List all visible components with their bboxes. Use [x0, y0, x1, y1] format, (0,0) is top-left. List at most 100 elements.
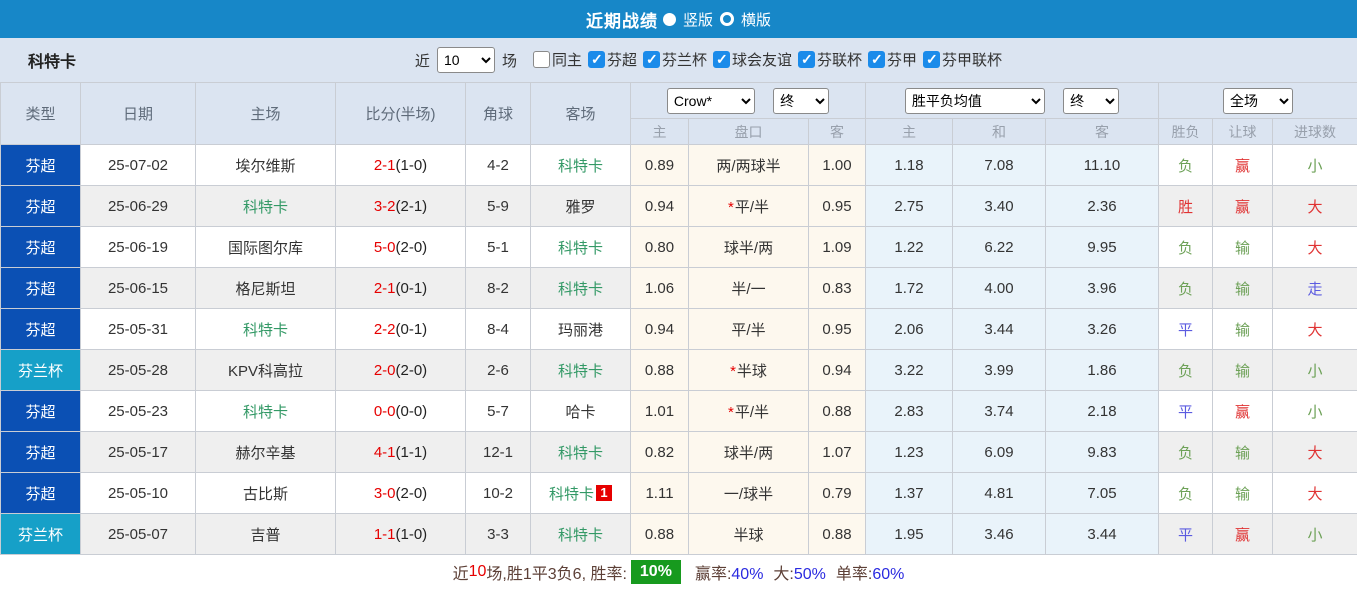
home-team-cell: 埃尔维斯 [196, 145, 336, 186]
eu-away-odds-cell: 9.83 [1046, 432, 1159, 473]
filter-finland-div1-cup[interactable]: 芬甲联杯 [923, 49, 1002, 70]
ah-away-odds-cell: 0.79 [809, 473, 866, 514]
ah-line-cell: *平/半 [689, 186, 809, 227]
filter-finland-div1[interactable]: 芬甲 [868, 49, 917, 70]
checkbox-label: 同主 [552, 49, 582, 70]
match-row: 芬超25-06-19国际图尔库5-0(2-0)5-1科特卡0.80球半/两1.0… [1, 227, 1357, 268]
result-goals-cell: 大 [1273, 227, 1357, 268]
corner-cell: 5-9 [466, 186, 531, 227]
company-state-select[interactable]: 终 [773, 88, 829, 114]
radio-horizontal-icon[interactable] [720, 12, 734, 26]
big-rate-value: 50% [794, 566, 826, 583]
ah-home-odds-cell: 0.82 [631, 432, 689, 473]
single-rate: 单率:60% [836, 560, 904, 584]
checkbox-finland-league-cup[interactable] [798, 51, 815, 68]
scope-select[interactable]: 全场 [1223, 88, 1293, 114]
score-cell: 5-0(2-0) [336, 227, 466, 268]
home-team-cell: 格尼斯坦 [196, 268, 336, 309]
away-team-cell: 科特卡1 [531, 473, 631, 514]
recent-label: 近 [415, 50, 430, 71]
ah-away-odds-cell: 1.09 [809, 227, 866, 268]
checkbox-finland-div1[interactable] [868, 51, 885, 68]
radio-horizontal-label[interactable]: 横版 [741, 9, 771, 30]
handicap-rate: 赢率:40% [695, 560, 763, 584]
checkbox-finland-cup[interactable] [643, 51, 660, 68]
corner-cell: 8-4 [466, 309, 531, 350]
team-name: 科特卡 [28, 48, 76, 72]
win-rate-badge: 10% [631, 560, 681, 584]
away-team-cell: 科特卡 [531, 432, 631, 473]
ah-home-odds-cell: 0.94 [631, 186, 689, 227]
result-goals-cell: 大 [1273, 473, 1357, 514]
eu-draw-odds-cell: 3.44 [953, 309, 1046, 350]
company-select[interactable]: Crow* [667, 88, 755, 114]
ah-away-odds-cell: 0.88 [809, 391, 866, 432]
filter-same-home-away[interactable]: 同主 [533, 49, 582, 70]
sub-header-result-ah: 让球 [1213, 119, 1273, 145]
col-header-type: 类型 [1, 83, 81, 145]
recent-count-select[interactable]: 10 [437, 47, 495, 73]
date-cell: 25-05-10 [81, 473, 196, 514]
filter-club-friendly[interactable]: 球会友谊 [713, 49, 792, 70]
league-type-cell: 芬兰杯 [1, 350, 81, 391]
ah-line-cell: *半球 [689, 350, 809, 391]
eu-draw-odds-cell: 3.74 [953, 391, 1046, 432]
result-goals-cell: 小 [1273, 514, 1357, 555]
result-handicap-cell: 输 [1213, 350, 1273, 391]
ah-away-odds-cell: 0.95 [809, 186, 866, 227]
date-cell: 25-06-29 [81, 186, 196, 227]
away-team-cell: 科特卡 [531, 268, 631, 309]
radio-vertical-label[interactable]: 竖版 [683, 9, 713, 30]
eu-away-odds-cell: 3.96 [1046, 268, 1159, 309]
result-wdl-cell: 平 [1159, 391, 1213, 432]
score-cell: 3-2(2-1) [336, 186, 466, 227]
eu-home-odds-cell: 1.72 [866, 268, 953, 309]
league-type-cell: 芬超 [1, 268, 81, 309]
ah-line-cell: *平/半 [689, 391, 809, 432]
score-cell: 1-1(1-0) [336, 514, 466, 555]
home-team-cell: 国际图尔库 [196, 227, 336, 268]
league-type-cell: 芬超 [1, 309, 81, 350]
filter-finland-premier[interactable]: 芬超 [588, 49, 637, 70]
result-handicap-cell: 赢 [1213, 514, 1273, 555]
ah-line-cell: 球半/两 [689, 227, 809, 268]
away-team-cell: 雅罗 [531, 186, 631, 227]
eu-away-odds-cell: 7.05 [1046, 473, 1159, 514]
filter-finland-league-cup[interactable]: 芬联杯 [798, 49, 862, 70]
handicap-rate-label: 赢率: [695, 566, 731, 583]
ah-home-odds-cell: 1.06 [631, 268, 689, 309]
average-odds-select[interactable]: 胜平负均值 [905, 88, 1045, 114]
sub-header-ah-home: 主 [631, 119, 689, 145]
league-type-cell: 芬兰杯 [1, 514, 81, 555]
checkbox-finland-div1-cup[interactable] [923, 51, 940, 68]
result-scope-header: 全场 [1159, 83, 1357, 119]
ah-home-odds-cell: 0.94 [631, 309, 689, 350]
average-state-select[interactable]: 终 [1063, 88, 1119, 114]
eu-home-odds-cell: 2.75 [866, 186, 953, 227]
matches-body: 芬超25-07-02埃尔维斯2-1(1-0)4-2科特卡0.89两/两球半1.0… [1, 145, 1357, 555]
filter-finland-cup[interactable]: 芬兰杯 [643, 49, 707, 70]
radio-vertical-selected-icon[interactable] [663, 13, 676, 26]
ah-home-odds-cell: 0.88 [631, 514, 689, 555]
score-cell: 2-0(2-0) [336, 350, 466, 391]
col-header-score: 比分(半场) [336, 83, 466, 145]
games-label: 场 [502, 50, 517, 71]
result-handicap-cell: 输 [1213, 309, 1273, 350]
result-wdl-cell: 负 [1159, 473, 1213, 514]
date-cell: 25-05-17 [81, 432, 196, 473]
result-wdl-cell: 负 [1159, 227, 1213, 268]
checkbox-finland-premier[interactable] [588, 51, 605, 68]
eu-away-odds-cell: 1.86 [1046, 350, 1159, 391]
big-rate: 大:50% [773, 560, 825, 584]
checkbox-club-friendly[interactable] [713, 51, 730, 68]
date-cell: 25-05-28 [81, 350, 196, 391]
sub-header-eu-home: 主 [866, 119, 953, 145]
eu-draw-odds-cell: 3.46 [953, 514, 1046, 555]
eu-away-odds-cell: 3.44 [1046, 514, 1159, 555]
eu-away-odds-cell: 2.18 [1046, 391, 1159, 432]
ah-home-odds-cell: 1.01 [631, 391, 689, 432]
corner-cell: 3-3 [466, 514, 531, 555]
checkbox-same-home-away[interactable] [533, 51, 550, 68]
corner-cell: 5-7 [466, 391, 531, 432]
eu-home-odds-cell: 1.95 [866, 514, 953, 555]
